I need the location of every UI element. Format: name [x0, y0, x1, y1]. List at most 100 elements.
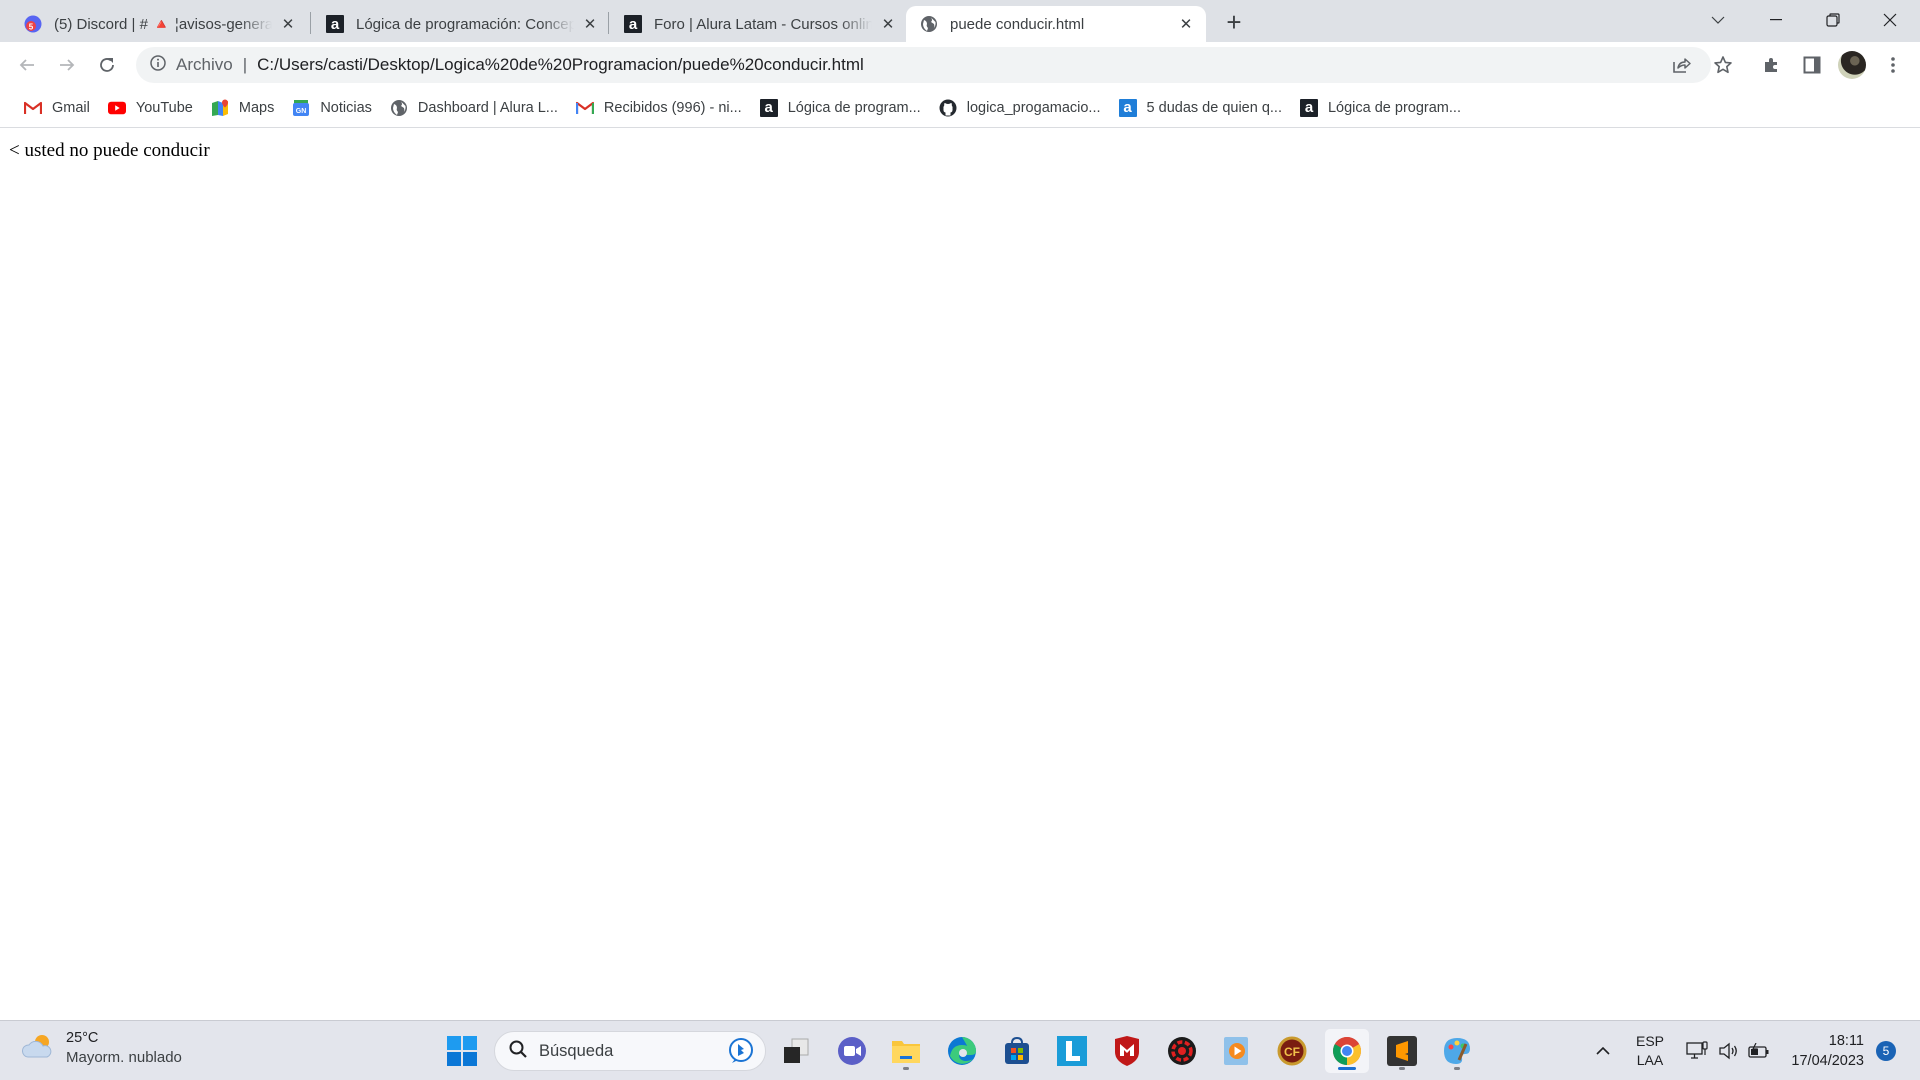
globe-icon — [920, 15, 938, 33]
scheme-label: Archivo — [176, 55, 233, 74]
running-indicator — [1454, 1067, 1460, 1070]
taskbar-driver-booster[interactable] — [1160, 1029, 1204, 1073]
taskbar-task-view[interactable] — [774, 1029, 818, 1073]
bookmark-label: logica_progamacio... — [966, 99, 1101, 116]
media-player-icon — [1224, 1037, 1248, 1065]
share-icon[interactable] — [1665, 48, 1699, 82]
restore-button[interactable] — [1805, 0, 1861, 40]
back-button[interactable] — [10, 48, 44, 82]
weather-widget[interactable]: 25°C Mayorm. nublado — [22, 1029, 182, 1067]
bookmark-dashboard[interactable]: Dashboard | Alura L... — [382, 93, 566, 123]
url-text[interactable]: C:/Users/casti/Desktop/Logica%20de%20Pro… — [257, 55, 864, 75]
taskbar-microsoft-store[interactable] — [995, 1029, 1039, 1073]
globe-icon — [390, 99, 408, 117]
running-indicator — [903, 1067, 909, 1070]
forward-button[interactable] — [50, 48, 84, 82]
battery-icon[interactable] — [1744, 1021, 1774, 1080]
edge-icon — [948, 1037, 976, 1065]
taskbar-sublime-text[interactable] — [1380, 1029, 1424, 1073]
taskbar-file-explorer[interactable] — [884, 1029, 928, 1073]
address-bar[interactable]: Archivo | C:/Users/casti/Desktop/Logica%… — [136, 47, 1711, 83]
close-tab-icon[interactable]: ✕ — [278, 14, 298, 34]
bookmark-label: Gmail — [52, 99, 90, 116]
bookmark-label: 5 dudas de quien q... — [1146, 99, 1282, 116]
alura-icon: a — [759, 98, 778, 117]
sublime-text-icon — [1387, 1036, 1417, 1066]
bookmark-maps[interactable]: Maps — [203, 93, 282, 123]
tab-foro[interactable]: a Foro | Alura Latam - Cursos online ✕ — [610, 6, 908, 42]
tab-strip: 5 (5) Discord | # 🔺 ¦avisos-generales ✕ … — [0, 0, 1920, 42]
tab-logica[interactable]: a Lógica de programación: Conceptos ✕ — [312, 6, 610, 42]
bookmark-star-icon[interactable] — [1706, 48, 1740, 82]
taskbar-media-player[interactable] — [1215, 1029, 1259, 1073]
language-indicator[interactable]: ESP LAA — [1628, 1021, 1672, 1080]
profile-avatar[interactable] — [1835, 48, 1869, 82]
taskbar-search[interactable]: Búsqueda — [494, 1031, 766, 1071]
new-tab-button[interactable]: + — [1220, 7, 1248, 37]
browser-toolbar: Archivo | C:/Users/casti/Desktop/Logica%… — [0, 42, 1920, 88]
clock[interactable]: 18:11 17/04/2023 — [1778, 1021, 1864, 1080]
bookmark-label: Dashboard | Alura L... — [417, 99, 558, 116]
bookmark-youtube[interactable]: YouTube — [100, 93, 201, 123]
bookmark-noticias[interactable]: GN Noticias — [284, 93, 380, 123]
bing-icon[interactable] — [727, 1037, 755, 1065]
start-button[interactable] — [440, 1029, 484, 1073]
store-icon — [1005, 1037, 1029, 1064]
teams-chat-icon — [838, 1037, 866, 1065]
svg-text:GN: GN — [296, 108, 307, 115]
running-indicator — [1399, 1067, 1405, 1070]
active-indicator — [1338, 1067, 1356, 1070]
close-tab-icon[interactable]: ✕ — [878, 14, 898, 34]
side-panel-icon[interactable] — [1795, 48, 1829, 82]
bookmark-recibidos[interactable]: Recibidos (996) - ni... — [568, 93, 750, 123]
taskbar-chrome[interactable] — [1325, 1029, 1369, 1073]
close-tab-icon[interactable]: ✕ — [580, 14, 600, 34]
notification-center-button[interactable]: 5 — [1872, 1021, 1900, 1080]
tab-puede-conducir[interactable]: puede conducir.html ✕ — [906, 6, 1206, 42]
show-hidden-icons-button[interactable] — [1588, 1021, 1618, 1080]
chrome-menu-icon[interactable] — [1876, 48, 1910, 82]
crossfire-icon: CF — [1277, 1036, 1307, 1066]
weather-condition: Mayorm. nublado — [66, 1049, 182, 1066]
bookmark-gmail[interactable]: Gmail — [16, 93, 98, 123]
tab-discord[interactable]: 5 (5) Discord | # 🔺 ¦avisos-generales ✕ — [10, 6, 308, 42]
mcafee-shield-icon — [1115, 1036, 1139, 1066]
address-divider: | — [242, 55, 248, 74]
bookmark-label: Lógica de program... — [787, 99, 921, 116]
bookmark-logica-2[interactable]: a Lógica de program... — [1292, 93, 1469, 123]
info-icon[interactable] — [150, 54, 166, 76]
volume-icon[interactable] — [1714, 1021, 1744, 1080]
minimize-button[interactable] — [1748, 0, 1804, 40]
taskbar-mcafee[interactable] — [1105, 1029, 1149, 1073]
tab-title: (5) Discord | # 🔺 ¦avisos-generales — [54, 16, 272, 33]
notification-badge: 5 — [1876, 1041, 1896, 1061]
driver-booster-icon — [1168, 1037, 1196, 1065]
taskbar-lively[interactable] — [1050, 1029, 1094, 1073]
taskbar-crossfire[interactable]: CF — [1270, 1029, 1314, 1073]
news-icon: GN — [292, 99, 310, 117]
tab-separator — [310, 12, 311, 34]
clock-time: 18:11 — [1828, 1033, 1864, 1049]
network-icon[interactable] — [1682, 1021, 1712, 1080]
reload-button[interactable] — [90, 48, 124, 82]
bookmark-github[interactable]: logica_progamacio... — [931, 93, 1109, 123]
close-tab-icon[interactable]: ✕ — [1176, 14, 1196, 34]
taskbar-edge[interactable] — [940, 1029, 984, 1073]
chevron-up-icon — [1596, 1047, 1610, 1055]
taskbar-paint[interactable] — [1435, 1029, 1479, 1073]
extensions-icon[interactable] — [1755, 48, 1789, 82]
close-window-button[interactable] — [1862, 0, 1918, 40]
tab-search-button[interactable] — [1690, 0, 1746, 40]
taskbar-teams-chat[interactable] — [830, 1029, 874, 1073]
bookmark-5-dudas[interactable]: a 5 dudas de quien q... — [1111, 93, 1290, 123]
folder-icon — [892, 1041, 920, 1063]
page-message: < usted no puede conducir — [9, 140, 210, 161]
bookmark-logica-1[interactable]: a Lógica de program... — [752, 93, 929, 123]
bookmark-label: Lógica de program... — [1327, 99, 1461, 116]
chrome-icon — [1333, 1037, 1361, 1065]
windows-taskbar: 25°C Mayorm. nublado Búsqueda CF ESP LAA… — [0, 1020, 1920, 1080]
task-view-icon — [784, 1038, 809, 1063]
tab-title: puede conducir.html — [950, 15, 1085, 33]
weather-temperature: 25°C — [66, 1030, 99, 1046]
alura-blue-icon: a — [1118, 98, 1137, 117]
